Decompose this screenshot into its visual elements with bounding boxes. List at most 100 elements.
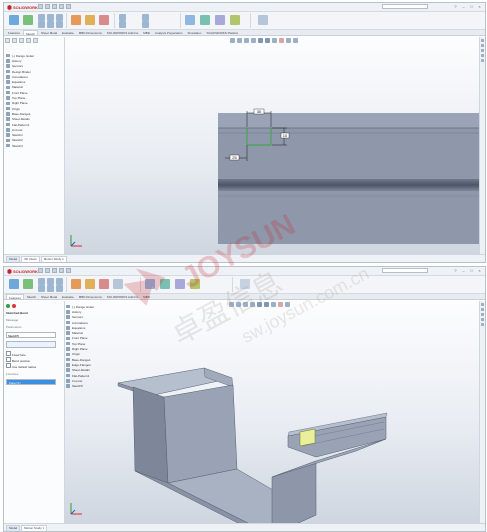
- top-tab-0[interactable]: Features: [6, 30, 22, 35]
- pm-option-fixed-face[interactable]: Fixed face: [6, 351, 62, 357]
- pm-section-parameters[interactable]: Parameters: [6, 325, 62, 330]
- mirror-entities-button[interactable]: [119, 14, 126, 21]
- close-icon[interactable]: ×: [477, 4, 482, 9]
- search-box[interactable]: [382, 4, 429, 10]
- resources-icon[interactable]: [481, 39, 484, 42]
- bottom-tab-6[interactable]: MBD: [141, 294, 152, 299]
- bottom-tab-0[interactable]: Features: [6, 294, 24, 300]
- new-icon[interactable]: [38, 268, 43, 273]
- pm-face-selection[interactable]: Face<1>: [6, 379, 56, 385]
- sketched-bend-button[interactable]: [56, 278, 63, 285]
- dimxpert-tab[interactable]: [26, 38, 31, 43]
- smart-dimension-button[interactable]: [23, 15, 33, 25]
- save-icon[interactable]: [52, 268, 57, 273]
- pm-section-favorites[interactable]: Favorites: [6, 372, 62, 377]
- top-tab-6[interactable]: MBD: [141, 30, 152, 35]
- top-status-tab-1[interactable]: 3D Views: [21, 256, 40, 262]
- linear-pattern-button[interactable]: [119, 21, 126, 28]
- resources-icon[interactable]: [481, 303, 484, 306]
- instant2d-button[interactable]: [230, 15, 240, 25]
- graphics-area[interactable]: 30 10 25: [65, 37, 485, 254]
- search-box[interactable]: [382, 268, 429, 274]
- fold-button[interactable]: [145, 279, 155, 289]
- feature-tree-tab[interactable]: [5, 38, 10, 43]
- unfold-button[interactable]: [113, 279, 123, 289]
- file-explorer-icon[interactable]: [481, 49, 484, 52]
- pm-option-default-radius[interactable]: Use default radius: [6, 363, 62, 369]
- text-tool-button[interactable]: [56, 21, 63, 28]
- undo-icon[interactable]: [66, 268, 71, 273]
- bottom-tab-3[interactable]: Evaluate: [60, 294, 76, 299]
- minimize-icon[interactable]: –: [461, 4, 466, 9]
- pm-section-message[interactable]: Message: [6, 318, 62, 323]
- convert-entities-button[interactable]: [85, 15, 95, 25]
- top-tab-3[interactable]: Evaluate: [60, 30, 76, 35]
- help-icon[interactable]: ?: [453, 4, 458, 9]
- app-logo[interactable]: SOLIDWORKS: [7, 268, 41, 274]
- open-icon[interactable]: [45, 268, 50, 273]
- print-icon[interactable]: [59, 4, 64, 9]
- line-tool-button[interactable]: [38, 14, 45, 21]
- design-library-icon[interactable]: [481, 44, 484, 47]
- left-wall-face[interactable]: [163, 384, 238, 484]
- trim-entities-button[interactable]: [71, 15, 81, 25]
- save-icon[interactable]: [52, 4, 57, 9]
- help-icon[interactable]: ?: [453, 268, 458, 273]
- no-bends-button[interactable]: [175, 279, 185, 289]
- dim-offset-label[interactable]: 25: [232, 155, 237, 160]
- rectangle-tool-button[interactable]: [38, 21, 45, 28]
- top-tab-5[interactable]: SOLIDWORKS Add-Ins: [105, 30, 140, 35]
- bottom-status-tab-1[interactable]: Motion Study 1: [21, 525, 48, 531]
- vent-button[interactable]: [99, 279, 109, 289]
- arc-tool-button[interactable]: [47, 21, 54, 28]
- move-entities-button[interactable]: [142, 14, 149, 21]
- base-flange-button[interactable]: [9, 279, 19, 289]
- hem-button[interactable]: [47, 278, 54, 285]
- pm-sketch-input[interactable]: [7, 334, 57, 338]
- rapid-sketch-button[interactable]: [215, 15, 225, 25]
- maximize-icon[interactable]: □: [469, 4, 474, 9]
- bottom-status-tab-0[interactable]: Model: [6, 525, 21, 531]
- left-wall[interactable]: [132, 386, 169, 484]
- ok-icon[interactable]: [6, 304, 10, 308]
- file-explorer-icon[interactable]: [481, 313, 484, 316]
- repair-sketch-button[interactable]: [185, 15, 195, 25]
- sketch-button[interactable]: [9, 15, 19, 25]
- cross-break-button[interactable]: [56, 285, 63, 292]
- top-tab-2[interactable]: Sheet Metal: [39, 30, 59, 35]
- pm-sketch-field[interactable]: [6, 332, 57, 338]
- top-tab-7[interactable]: Analysis Preparation: [153, 30, 185, 35]
- miter-flange-button[interactable]: [38, 285, 45, 292]
- selected-face-highlight[interactable]: [299, 428, 316, 447]
- design-library-icon[interactable]: [481, 308, 484, 311]
- view-palette-icon[interactable]: [481, 318, 484, 321]
- top-tab-4[interactable]: MBD Dimensions: [77, 30, 104, 35]
- dim-width-label[interactable]: 30: [257, 109, 262, 114]
- flatten-button[interactable]: [160, 279, 170, 289]
- extruded-cut-button[interactable]: [85, 279, 95, 289]
- view-palette-icon[interactable]: [481, 54, 484, 57]
- bottom-tab-2[interactable]: Sheet Metal: [39, 294, 59, 299]
- jog-button[interactable]: [47, 285, 54, 292]
- undo-icon[interactable]: [66, 4, 71, 9]
- app-logo[interactable]: SOLIDWORKS: [7, 4, 41, 10]
- print-icon[interactable]: [59, 268, 64, 273]
- insert-bends-button[interactable]: [240, 279, 250, 289]
- property-manager-tab[interactable]: [12, 38, 17, 43]
- appearances-icon[interactable]: [481, 59, 484, 62]
- corners-button[interactable]: [71, 279, 81, 289]
- shaded-sketch-contours-button[interactable]: [258, 15, 268, 25]
- close-icon[interactable]: ×: [477, 268, 482, 273]
- circle-tool-button[interactable]: [47, 14, 54, 21]
- minimize-icon[interactable]: –: [461, 268, 466, 273]
- top-status-tab-0[interactable]: Model: [6, 256, 21, 262]
- quick-snaps-button[interactable]: [200, 15, 210, 25]
- search-input[interactable]: [383, 6, 429, 10]
- maximize-icon[interactable]: □: [469, 268, 474, 273]
- bottom-tab-1[interactable]: Sketch: [25, 294, 38, 299]
- new-icon[interactable]: [38, 4, 43, 9]
- bottom-tab-5[interactable]: SOLIDWORKS Add-Ins: [105, 294, 140, 299]
- configuration-tab[interactable]: [19, 38, 24, 43]
- dim-height-label[interactable]: 10: [283, 133, 288, 138]
- top-tab-8[interactable]: Simulation: [185, 30, 203, 35]
